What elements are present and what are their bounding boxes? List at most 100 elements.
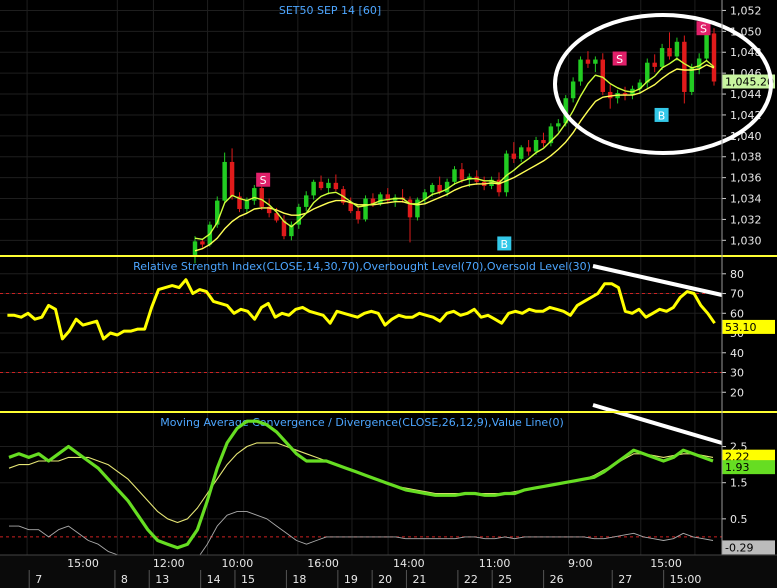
candle-body (452, 169, 457, 182)
x-axis-date-label: 8 (121, 573, 128, 586)
x-axis-date-label: 7 (35, 573, 42, 586)
price-y-tick-label: 1,038 (730, 151, 762, 164)
candle-body (259, 188, 264, 207)
candle-body (363, 198, 368, 220)
candle-body (711, 33, 717, 82)
macd-last-value-label: -0.29 (722, 540, 775, 555)
macd-last-value: 1.93 (725, 461, 750, 474)
candle-body (667, 48, 672, 57)
rsi-y-tick-label: 70 (730, 288, 744, 301)
chart-canvas: 1,0521,0501,0481,0461,0441,0421,0401,038… (0, 0, 777, 588)
price-y-tick-label: 1,034 (730, 193, 762, 206)
candle-body (689, 67, 694, 92)
candle-body (593, 59, 598, 64)
candle-body (600, 59, 606, 92)
moving-average-fast-line (194, 57, 715, 241)
candles-group (192, 27, 717, 264)
candle-body (200, 241, 205, 245)
x-axis-date-label: 18 (292, 573, 306, 586)
buy-signal-marker: B (497, 236, 512, 251)
macd-y-tick-label: 0.5 (730, 513, 748, 526)
candle-body (318, 181, 324, 189)
candle-body (607, 91, 613, 99)
x-axis-time-label: 10:00 (222, 557, 254, 570)
x-axis-date-label: 13 (155, 573, 169, 586)
candle-body (519, 147, 524, 159)
candle-body (348, 202, 353, 212)
rsi-trend-annotation-line (592, 264, 723, 297)
macd-panel: 2.51.50.5Moving Average Convergence / Di… (0, 403, 775, 567)
x-axis-date-label: 15 (241, 573, 255, 586)
x-axis-time-label: 15:00 (650, 557, 682, 570)
candle-body (511, 153, 517, 159)
macd-y-tick-label: 1.5 (730, 477, 748, 490)
vertical-grid (26, 0, 696, 555)
x-axis-time-label: 16:00 (307, 557, 339, 570)
x-axis-date-label: 15:00 (670, 573, 702, 586)
sell-signal-marker: S (696, 21, 711, 36)
last-price-value: 1,045.20 (725, 76, 774, 89)
x-axis-time-label: 9:00 (568, 557, 593, 570)
rsi-panel: 80706050403020Relative Strength Index(CL… (0, 260, 775, 399)
rsi-y-tick-label: 20 (730, 386, 744, 399)
price-y-tick-label: 1,044 (730, 88, 762, 101)
rsi-line (7, 278, 716, 341)
candle-body (704, 33, 709, 59)
x-axis-date-label: 22 (464, 573, 478, 586)
rsi-y-tick-label: 30 (730, 367, 744, 380)
price-y-tick-label: 1,036 (730, 172, 762, 185)
candle-body (526, 147, 531, 152)
trading-chart: 1,052 1,050 1,048 1,046 1,044 1,042 1,040 1,038… (0, 0, 777, 588)
signal-marker-label: S (700, 23, 707, 36)
x-axis: 15:00 12:00 10:00 16:00 14:00 11:00 9:00 15:00 7… (0, 554, 777, 588)
candle-body (504, 153, 509, 193)
rsi-y-tick-label: 40 (730, 347, 744, 360)
last-price-label: 1,045.20 (722, 74, 775, 89)
candle-body (444, 181, 450, 193)
signal-marker-label: S (616, 53, 623, 66)
signal-marker-label: S (260, 174, 267, 187)
macd-trend-annotation-line (592, 403, 723, 445)
candle-body (645, 62, 650, 83)
x-axis-time-label: 15:00 (67, 557, 99, 570)
signal-marker-label: B (658, 109, 666, 122)
sell-signal-marker: S (612, 51, 627, 66)
macd-last-value-label: 1.93 (722, 460, 775, 475)
macd-line (8, 419, 714, 550)
price-panel: 1,0521,0501,0481,0461,0441,0421,0401,038… (0, 4, 775, 264)
candle-body (682, 41, 687, 92)
sell-signal-marker: S (256, 172, 271, 187)
macd-chart-title: Moving Average Convergence / Divergence(… (160, 416, 564, 429)
candle-body (533, 140, 539, 152)
rsi-y-tick-label: 60 (730, 307, 744, 320)
candle-body (652, 62, 657, 67)
candle-body (674, 41, 680, 57)
moving-average-slow-line (194, 64, 715, 252)
buy-signal-marker: B (654, 107, 669, 122)
candle-body (303, 195, 309, 207)
candle-body (244, 200, 250, 209)
candle-body (333, 182, 339, 190)
price-y-tick-label: 1,030 (730, 234, 762, 247)
signal-marker-label: B (501, 238, 509, 251)
x-axis-date-label: 19 (344, 573, 358, 586)
candle-body (378, 194, 383, 204)
price-chart-title: SET50 SEP 14 [60] (279, 4, 381, 17)
rsi-last-value-label: 53.10 (722, 319, 775, 334)
x-axis-time-label: 11:00 (479, 557, 511, 570)
candle-body (229, 161, 235, 197)
candle-body (430, 184, 435, 193)
candle-body (578, 59, 583, 82)
candle-body (355, 211, 361, 220)
price-y-tick-label: 1,032 (730, 213, 762, 226)
candle-body (570, 81, 576, 99)
candle-body (585, 59, 591, 64)
rsi-y-tick-label: 80 (730, 268, 744, 281)
candle-body (459, 169, 465, 180)
price-y-tick-label: 1,052 (730, 4, 762, 17)
x-axis-date-label: 25 (498, 573, 512, 586)
candle-body (659, 48, 665, 67)
x-axis-date-label: 21 (412, 573, 426, 586)
candle-body (326, 182, 331, 189)
candle-body (192, 241, 198, 255)
